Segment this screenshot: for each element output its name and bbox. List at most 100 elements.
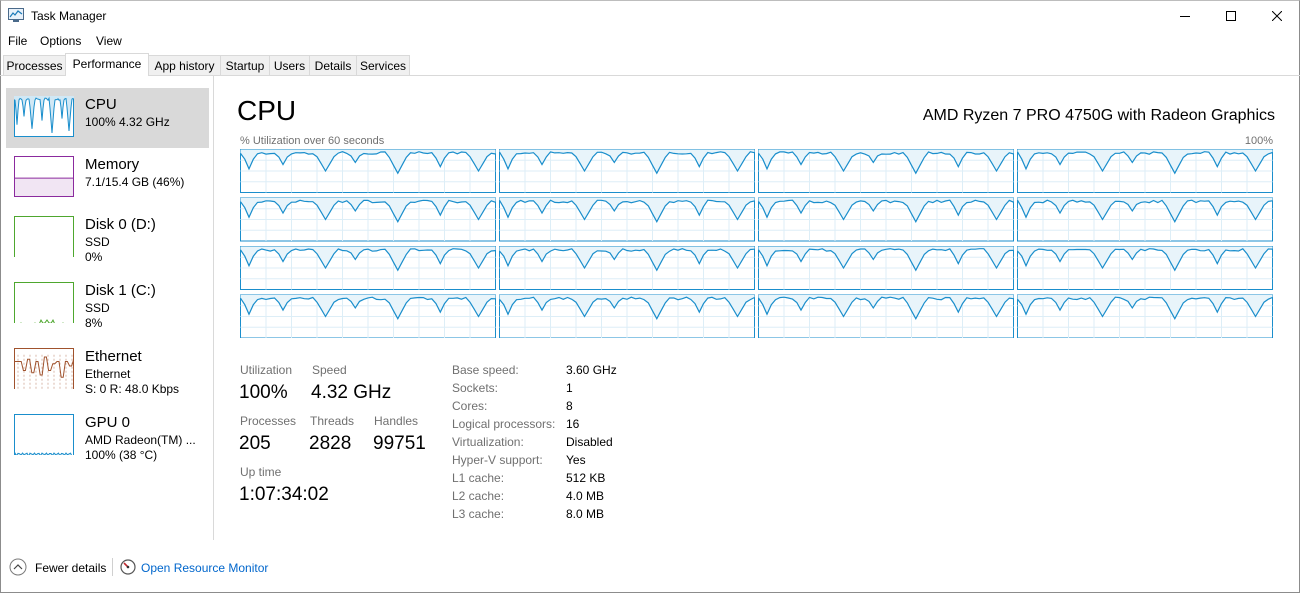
sidebar-item-detail: 7.1/15.4 GB (46%) bbox=[85, 175, 185, 189]
sidebar-item-usage: 8% bbox=[85, 316, 103, 330]
processes-label: Processes bbox=[240, 414, 297, 428]
core-graph bbox=[757, 294, 1014, 338]
ethernet-thumbnail-graph bbox=[14, 348, 74, 389]
utilization-value: 100% bbox=[239, 382, 288, 403]
core-graph bbox=[758, 149, 1014, 193]
core-graph bbox=[498, 197, 755, 242]
close-button[interactable] bbox=[1254, 0, 1300, 31]
info-value: Yes bbox=[566, 453, 586, 467]
task-manager-icon bbox=[8, 8, 24, 22]
utilization-label: Utilization bbox=[240, 363, 293, 377]
core-graph bbox=[240, 197, 496, 242]
info-label: Virtualization: bbox=[452, 435, 524, 449]
sidebar-item-detail: 100% 4.32 GHz bbox=[85, 115, 170, 129]
minimize-button[interactable] bbox=[1162, 0, 1208, 31]
uptime-label: Up time bbox=[240, 465, 282, 479]
info-value: 16 bbox=[566, 417, 580, 431]
sidebar-item-title: Memory bbox=[85, 156, 140, 173]
graph-max-label: 100% bbox=[1244, 135, 1273, 147]
info-value: 8 bbox=[566, 399, 573, 413]
info-label: Cores: bbox=[452, 399, 488, 413]
core-graph bbox=[1017, 246, 1273, 290]
logical-processor-graphs[interactable] bbox=[240, 149, 1274, 338]
core-graph bbox=[240, 246, 496, 290]
sidebar-item-disk-1[interactable]: Disk 1 (C:) SSD 8% bbox=[6, 274, 209, 334]
sidebar-item-title: Disk 0 (D:) bbox=[85, 216, 156, 233]
window-title: Task Manager bbox=[31, 9, 107, 23]
core-graph bbox=[240, 294, 496, 338]
info-label: Hyper-V support: bbox=[452, 453, 543, 467]
tab-performance[interactable]: Performance bbox=[65, 53, 149, 76]
memory-thumbnail-graph bbox=[14, 156, 74, 197]
sidebar-item-gpu-0[interactable]: GPU 0 AMD Radeon(TM) ... 100% (38 °C) bbox=[6, 406, 209, 466]
resource-monitor-icon bbox=[120, 559, 136, 575]
maximize-button[interactable] bbox=[1208, 0, 1254, 31]
sidebar-item-disk-0[interactable]: Disk 0 (D:) SSD 0% bbox=[6, 208, 209, 268]
sidebar-item-usage: 0% bbox=[85, 250, 103, 264]
handles-value: 99751 bbox=[373, 433, 426, 454]
sidebar-item-detail: SSD bbox=[85, 301, 110, 315]
cpu-thumbnail-graph bbox=[14, 96, 74, 137]
chevron-up-icon bbox=[9, 558, 27, 576]
sidebar-item-detail: Ethernet bbox=[85, 367, 131, 381]
menu-view[interactable]: View bbox=[96, 34, 122, 48]
threads-value: 2828 bbox=[309, 433, 352, 454]
tab-details[interactable]: Details bbox=[309, 55, 357, 75]
gpu-0-thumbnail-graph bbox=[14, 414, 74, 455]
tab-processes[interactable]: Processes bbox=[3, 55, 66, 75]
core-graph bbox=[1016, 149, 1273, 193]
sidebar-item-cpu[interactable]: CPU 100% 4.32 GHz bbox=[6, 88, 209, 148]
info-value: 8.0 MB bbox=[566, 507, 605, 521]
core-graph bbox=[498, 149, 755, 193]
sidebar-item-ethernet[interactable]: Ethernet Ethernet S: 0 R: 48.0 Kbps bbox=[6, 340, 209, 400]
core-graph bbox=[499, 294, 755, 338]
tab-app-history[interactable]: App history bbox=[148, 55, 221, 75]
core-graph bbox=[758, 197, 1014, 242]
title-bar[interactable]: Task Manager bbox=[0, 0, 1300, 31]
cpu-model-name: AMD Ryzen 7 PRO 4750G with Radeon Graphi… bbox=[922, 107, 1275, 124]
fewer-details-label: Fewer details bbox=[35, 561, 107, 575]
tab-startup[interactable]: Startup bbox=[220, 55, 270, 75]
core-graph bbox=[1017, 294, 1273, 338]
sidebar-item-title: GPU 0 bbox=[85, 414, 131, 431]
graph-caption: % Utilization over 60 seconds bbox=[240, 135, 385, 147]
info-value: 3.60 GHz bbox=[566, 363, 617, 377]
sidebar-item-memory[interactable]: Memory 7.1/15.4 GB (46%) bbox=[6, 148, 209, 208]
core-graph bbox=[499, 246, 755, 290]
sidebar-item-title: Disk 1 (C:) bbox=[85, 282, 156, 299]
tab-users[interactable]: Users bbox=[269, 55, 310, 75]
open-resource-monitor-label: Open Resource Monitor bbox=[141, 561, 269, 575]
disk-1-thumbnail-graph bbox=[14, 282, 74, 323]
info-label: Sockets: bbox=[452, 381, 499, 395]
maximize-icon bbox=[1226, 10, 1236, 21]
info-label: L3 cache: bbox=[452, 507, 505, 521]
info-value: 1 bbox=[566, 381, 573, 395]
sidebar-item-usage: 100% (38 °C) bbox=[85, 448, 158, 462]
speed-label: Speed bbox=[312, 363, 347, 377]
core-graph bbox=[1016, 197, 1273, 242]
handles-label: Handles bbox=[374, 414, 419, 428]
close-icon bbox=[1272, 10, 1282, 21]
info-label: L1 cache: bbox=[452, 471, 505, 485]
info-value: 512 KB bbox=[566, 471, 606, 485]
menu-file[interactable]: File bbox=[8, 34, 27, 48]
footer-bar: Fewer details Open Resource Monitor bbox=[0, 552, 1300, 582]
speed-value: 4.32 GHz bbox=[311, 382, 392, 403]
menu-options[interactable]: Options bbox=[40, 34, 81, 48]
footer-divider bbox=[112, 558, 113, 576]
page-title: CPU bbox=[237, 95, 297, 126]
info-label: Base speed: bbox=[452, 363, 519, 377]
info-label: L2 cache: bbox=[452, 489, 505, 503]
tab-services[interactable]: Services bbox=[356, 55, 410, 75]
minimize-icon bbox=[1180, 15, 1190, 17]
threads-label: Threads bbox=[310, 414, 355, 428]
info-label: Logical processors: bbox=[452, 417, 556, 431]
resource-sidebar: CPU 100% 4.32 GHz Memory 7.1/15.4 GB (46… bbox=[0, 76, 214, 540]
sidebar-item-usage: S: 0 R: 48.0 Kbps bbox=[85, 382, 180, 396]
core-graph bbox=[758, 246, 1014, 290]
sidebar-item-detail: AMD Radeon(TM) ... bbox=[85, 433, 196, 447]
disk-0-thumbnail-graph bbox=[14, 216, 74, 257]
info-value: 4.0 MB bbox=[566, 489, 605, 503]
sidebar-item-title: CPU bbox=[85, 96, 117, 113]
uptime-value: 1:07:34:02 bbox=[239, 484, 329, 505]
